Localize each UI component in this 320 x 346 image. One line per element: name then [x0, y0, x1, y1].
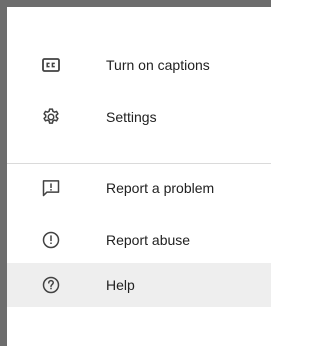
overflow-menu: Turn on captions Settings Report a probl… [7, 7, 271, 346]
menu-item-label: Turn on captions [106, 57, 210, 73]
menu-item-label: Report abuse [106, 232, 191, 248]
menu-divider [7, 163, 271, 164]
menu-item-help[interactable]: Help [7, 263, 271, 307]
window-top-edge [0, 0, 271, 7]
gear-icon [40, 106, 62, 128]
menu-item-label: Report a problem [106, 180, 215, 196]
error-outline-icon [40, 229, 62, 251]
menu-item-report-abuse[interactable]: Report abuse [7, 218, 271, 262]
screen: Turn on captions Settings Report a probl… [0, 0, 271, 346]
menu-item-label: Help [106, 277, 135, 293]
menu-item-label: Settings [106, 109, 157, 125]
menu-item-turn-on-captions[interactable]: Turn on captions [7, 43, 271, 87]
window-left-edge [0, 0, 7, 346]
help-outline-icon [40, 274, 62, 296]
feedback-icon [40, 177, 62, 199]
menu-item-report-a-problem[interactable]: Report a problem [7, 166, 271, 210]
closed-captions-icon [40, 54, 62, 76]
menu-item-settings[interactable]: Settings [7, 95, 271, 139]
